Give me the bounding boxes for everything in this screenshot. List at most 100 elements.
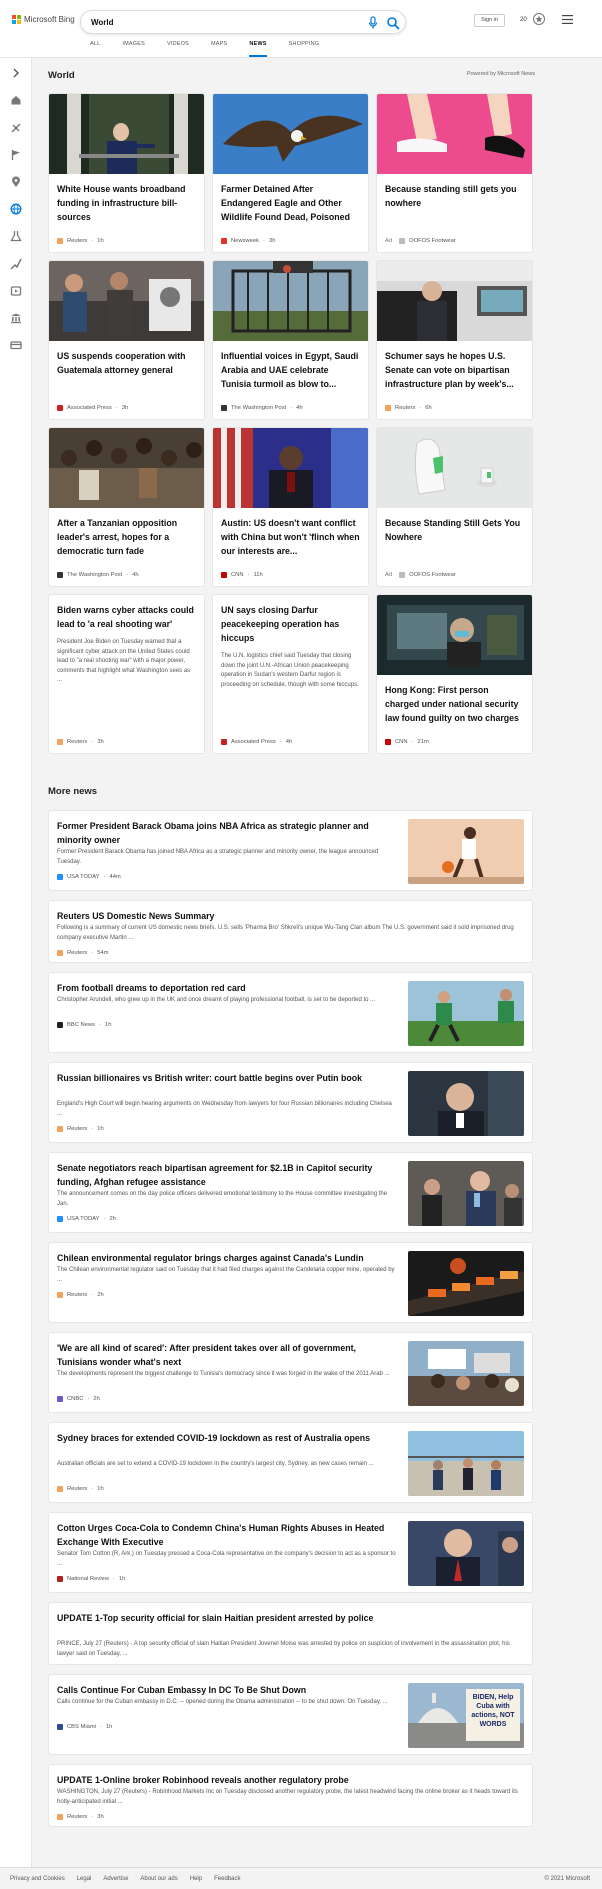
coronavirus-icon[interactable] (10, 122, 22, 134)
tab-all[interactable]: ALL (90, 41, 100, 57)
news-title[interactable]: UPDATE 1-Online broker Robinhood reveals… (57, 1773, 525, 1787)
card-image (377, 94, 532, 174)
news-title[interactable]: Chilean environmental regulator brings c… (57, 1251, 397, 1265)
news-card[interactable]: Austin: US doesn't want conflict with Ch… (212, 427, 369, 587)
source-logo-icon (57, 572, 63, 578)
news-list-item[interactable]: Former President Barack Obama joins NBA … (48, 810, 533, 891)
news-thumbnail[interactable] (408, 981, 524, 1046)
news-list-item[interactable]: Sydney braces for extended COVID-19 lock… (48, 1422, 533, 1503)
hamburger-menu-icon[interactable] (562, 15, 573, 24)
article-age: 4h (132, 572, 139, 578)
news-thumbnail[interactable] (408, 1521, 524, 1586)
card-title[interactable]: Farmer Detained After Endangered Eagle a… (213, 174, 368, 224)
business-icon[interactable] (10, 312, 22, 324)
rewards-icon[interactable] (532, 12, 546, 26)
news-thumbnail[interactable] (408, 1071, 524, 1136)
news-thumbnail[interactable] (408, 1431, 524, 1496)
expand-icon[interactable] (10, 67, 22, 79)
news-title[interactable]: Reuters US Domestic News Summary (57, 909, 525, 923)
card-title[interactable]: US suspends cooperation with Guatemala a… (49, 341, 204, 377)
bing-logo[interactable]: Microsoft Bing (12, 15, 75, 24)
news-card[interactable]: Biden warns cyber attacks could lead to … (48, 594, 205, 754)
news-title[interactable]: Former President Barack Obama joins NBA … (57, 819, 397, 847)
card-title[interactable]: Hong Kong: First person charged under na… (377, 675, 532, 725)
news-title[interactable]: Senate negotiators reach bipartisan agre… (57, 1161, 397, 1189)
sports-icon[interactable] (10, 258, 22, 270)
news-card[interactable]: Schumer says he hopes U.S. Senate can vo… (376, 260, 533, 420)
card-title[interactable]: Biden warns cyber attacks could lead to … (49, 595, 204, 631)
news-thumbnail[interactable]: BIDEN, Help Cuba with actions, NOT WORDS (408, 1683, 524, 1748)
news-card[interactable]: Because Standing Still Gets You Nowhere A… (376, 427, 533, 587)
news-list-item[interactable]: Senate negotiators reach bipartisan agre… (48, 1152, 533, 1233)
tab-maps[interactable]: MAPS (211, 41, 227, 57)
sign-in-button[interactable]: Sign in (474, 14, 505, 27)
flag-icon[interactable] (10, 149, 22, 161)
science-icon[interactable] (10, 230, 22, 242)
news-card[interactable]: After a Tanzanian opposition leader's ar… (48, 427, 205, 587)
footer-link-privacy[interactable]: Privacy and Cookies (10, 1876, 65, 1882)
news-card[interactable]: UN says closing Darfur peacekeeping oper… (212, 594, 369, 754)
source-name: Newsweek (231, 238, 260, 244)
tab-videos[interactable]: VIDEOS (167, 41, 189, 57)
world-icon[interactable] (10, 203, 22, 215)
footer-link-advertise[interactable]: Advertise (103, 1876, 128, 1882)
footer-link-feedback[interactable]: Feedback (214, 1876, 240, 1882)
news-card[interactable]: US suspends cooperation with Guatemala a… (48, 260, 205, 420)
news-list-item[interactable]: Russian billionaires vs British writer: … (48, 1062, 533, 1143)
news-thumbnail[interactable] (408, 1341, 524, 1406)
news-list-item[interactable]: Chilean environmental regulator brings c… (48, 1242, 533, 1323)
tab-images[interactable]: IMAGES (122, 41, 145, 57)
location-icon[interactable] (10, 176, 22, 188)
news-title[interactable]: UPDATE 1-Top security official for slain… (57, 1611, 525, 1625)
news-list-item[interactable]: UPDATE 1-Online broker Robinhood reveals… (48, 1764, 533, 1827)
card-title[interactable]: Because standing still gets you nowhere (377, 174, 532, 210)
search-icon[interactable] (386, 16, 400, 30)
tab-news[interactable]: NEWS (249, 41, 267, 57)
source-name: Reuters (395, 405, 416, 411)
news-list-item[interactable]: Calls Continue For Cuban Embassy In DC T… (48, 1674, 533, 1755)
news-list-item[interactable]: 'We are all kind of scared': After presi… (48, 1332, 533, 1413)
tab-shopping[interactable]: SHOPPING (289, 41, 320, 57)
microphone-icon[interactable] (367, 16, 379, 30)
sydney-image (408, 1431, 524, 1496)
article-age: 44m (109, 874, 121, 880)
shoes-image (377, 94, 532, 174)
footer-link-about-ads[interactable]: About our ads (140, 1876, 177, 1882)
money-icon[interactable] (10, 339, 22, 351)
news-title[interactable]: Cotton Urges Coca-Cola to Condemn China'… (57, 1521, 397, 1549)
news-title[interactable]: 'We are all kind of scared': After presi… (57, 1341, 397, 1369)
news-title[interactable]: Sydney braces for extended COVID-19 lock… (57, 1431, 397, 1445)
tanzania-image (49, 428, 204, 508)
news-list-item[interactable]: Reuters US Domestic News Summary Followin… (48, 900, 533, 963)
news-card[interactable]: Hong Kong: First person charged under na… (376, 594, 533, 754)
footer-link-help[interactable]: Help (190, 1876, 202, 1882)
rewards-points[interactable]: 20 (520, 17, 527, 23)
footer-link-legal[interactable]: Legal (77, 1876, 92, 1882)
search-input[interactable] (91, 15, 341, 30)
card-title[interactable]: Austin: US doesn't want conflict with Ch… (213, 508, 368, 558)
source-name: CNN (395, 739, 408, 745)
news-title[interactable]: From football dreams to deportation red … (57, 981, 397, 995)
card-title[interactable]: After a Tanzanian opposition leader's ar… (49, 508, 204, 558)
news-thumbnail[interactable] (408, 819, 524, 884)
home-icon[interactable] (10, 94, 22, 106)
news-card[interactable]: Because standing still gets you nowhere A… (376, 93, 533, 253)
news-title[interactable]: Russian billionaires vs British writer: … (57, 1071, 397, 1085)
news-title[interactable]: Calls Continue For Cuban Embassy In DC T… (57, 1683, 397, 1697)
card-title[interactable]: Influential voices in Egypt, Saudi Arabi… (213, 341, 368, 391)
source-logo-icon (57, 1576, 63, 1582)
card-title[interactable]: UN says closing Darfur peacekeeping oper… (213, 595, 368, 645)
news-thumbnail[interactable] (408, 1161, 524, 1226)
entertainment-icon[interactable] (10, 285, 22, 297)
card-title[interactable]: White House wants broadband funding in i… (49, 174, 204, 224)
news-snippet: The announcement comes on the day police… (57, 1191, 388, 1207)
news-card[interactable]: White House wants broadband funding in i… (48, 93, 205, 253)
news-list-item[interactable]: From football dreams to deportation red … (48, 972, 533, 1053)
card-title[interactable]: Because Standing Still Gets You Nowhere (377, 508, 532, 544)
news-card[interactable]: Influential voices in Egypt, Saudi Arabi… (212, 260, 369, 420)
news-card[interactable]: Farmer Detained After Endangered Eagle a… (212, 93, 369, 253)
news-list-item[interactable]: Cotton Urges Coca-Cola to Condemn China'… (48, 1512, 533, 1593)
news-list-item[interactable]: UPDATE 1-Top security official for slain… (48, 1602, 533, 1665)
news-thumbnail[interactable] (408, 1251, 524, 1316)
card-title[interactable]: Schumer says he hopes U.S. Senate can vo… (377, 341, 532, 391)
